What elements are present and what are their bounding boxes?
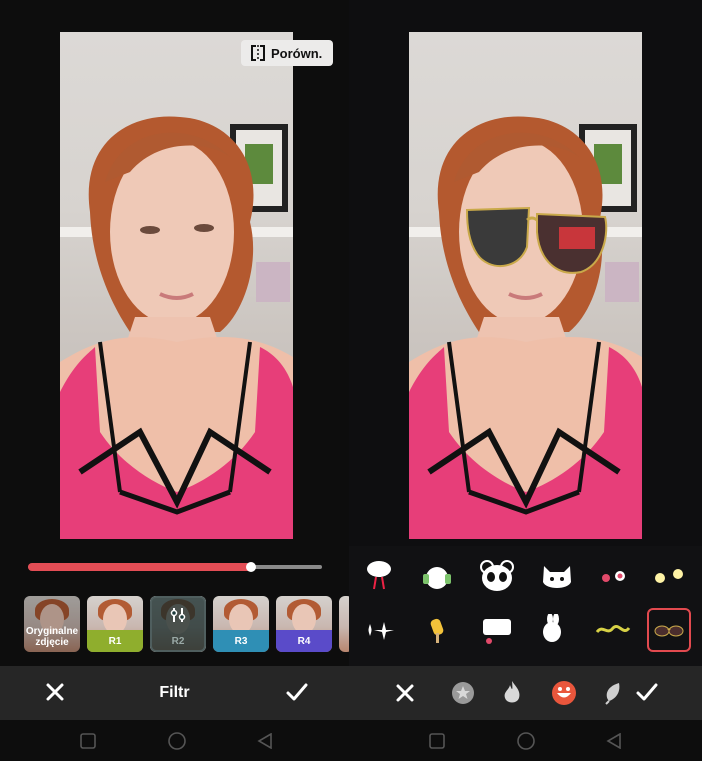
sunglasses-sticker-icon	[654, 625, 684, 637]
recent-apps-icon[interactable]	[80, 733, 96, 749]
system-nav-bar	[349, 720, 702, 761]
filter-label: R4	[276, 630, 332, 652]
sticker-panda[interactable]	[475, 554, 519, 598]
filter-thumbnail-0[interactable]: Oryginalne zdjęcie	[24, 596, 80, 652]
tab-leaf[interactable]	[603, 681, 623, 710]
tab-fire[interactable]	[501, 680, 523, 711]
filter-toolbar: Filtr	[0, 666, 349, 720]
flame-icon	[504, 681, 520, 703]
filter-thumbnail-4[interactable]: R4	[276, 596, 332, 652]
smiley-icon	[552, 681, 576, 705]
cancel-button[interactable]	[394, 682, 416, 709]
filter-label: R2	[171, 635, 185, 647]
filter-thumbnail-1[interactable]: R1	[87, 596, 143, 652]
sticker-speech-bubble[interactable]	[475, 608, 519, 652]
panda-sticker-icon	[480, 560, 514, 591]
intensity-slider[interactable]	[28, 562, 322, 572]
filter-screen: Porówn. Oryginalne zdjęcie R1 R2 R3 R4 Filtr	[0, 0, 349, 761]
hearts-sticker-icon	[602, 571, 625, 582]
tab-emoji[interactable]	[551, 680, 577, 711]
home-icon[interactable]	[516, 731, 536, 751]
slider-handle[interactable]	[246, 562, 257, 572]
check-icon	[286, 683, 308, 701]
tab-favorites[interactable]	[451, 681, 475, 710]
sticker-ice-cream[interactable]	[415, 608, 459, 652]
system-nav-bar	[0, 720, 349, 761]
sticker-cat[interactable]	[535, 554, 579, 598]
sparkle-sticker-icon	[368, 622, 394, 640]
cloud-sticker-icon	[367, 561, 391, 590]
scribble-sticker-icon	[595, 625, 631, 634]
portrait-with-sunglasses-image	[409, 116, 642, 539]
popsicle-sticker-icon	[430, 618, 444, 643]
close-icon	[396, 684, 414, 702]
sticker-sparkles[interactable]	[357, 608, 401, 652]
star-icon	[452, 682, 474, 704]
filter-label: Oryginalne zdjęcie	[24, 596, 80, 652]
compare-icon	[251, 45, 265, 61]
home-icon[interactable]	[167, 731, 187, 751]
confirm-button[interactable]	[285, 681, 309, 708]
sticker-bunny[interactable]	[535, 608, 579, 652]
sticker-headphones[interactable]	[415, 554, 459, 598]
back-icon[interactable]	[257, 733, 273, 749]
filter-strip: Oryginalne zdjęcie R1 R2 R3 R4	[0, 596, 349, 654]
sticker-flowers[interactable]	[647, 554, 691, 598]
sticker-text-scribble[interactable]	[591, 608, 635, 652]
sticker-hearts[interactable]	[591, 554, 635, 598]
speech-bubble-sticker-icon	[483, 619, 511, 644]
portrait-image	[60, 116, 293, 539]
sticker-screen	[349, 0, 702, 761]
confirm-button[interactable]	[635, 681, 659, 708]
filter-thumbnail-3[interactable]: R3	[213, 596, 269, 652]
adjust-sliders-icon	[170, 608, 186, 622]
slider-fill	[28, 563, 252, 571]
photo-preview-with-sticker	[409, 32, 642, 539]
flowers-sticker-icon	[655, 569, 683, 583]
filter-thumbnail-partial[interactable]	[339, 596, 349, 652]
headphones-sticker-icon	[423, 567, 451, 589]
filter-thumbnail-2[interactable]: R2	[150, 596, 206, 652]
sticker-toolbar	[349, 666, 702, 720]
compare-label: Porówn.	[271, 45, 323, 61]
back-icon[interactable]	[606, 733, 622, 749]
leaf-icon	[605, 683, 620, 705]
sticker-sunglasses[interactable]	[647, 608, 691, 652]
bunny-sticker-icon	[543, 614, 561, 642]
sticker-cloud[interactable]	[357, 554, 401, 598]
compare-button[interactable]: Porówn.	[241, 40, 333, 66]
cat-sticker-icon	[543, 566, 571, 588]
recent-apps-icon[interactable]	[429, 733, 445, 749]
filter-label: R1	[87, 630, 143, 652]
check-icon	[636, 683, 658, 701]
sticker-grid	[349, 546, 702, 666]
photo-preview	[60, 32, 293, 539]
filter-label: R3	[213, 630, 269, 652]
